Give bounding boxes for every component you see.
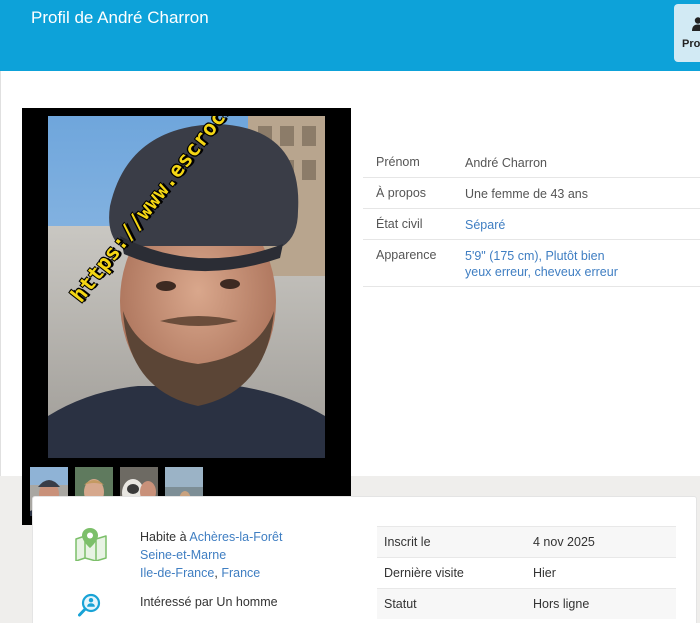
stats-table: Inscrit le 4 nov 2025 Dernière visite Hi… (377, 526, 676, 619)
profile-tab[interactable]: Pro (674, 4, 700, 62)
location-prefix: Habite à (140, 530, 187, 544)
search-person-icon (78, 593, 101, 617)
region-link[interactable]: Ile-de-France (140, 566, 214, 580)
info-row-about: À propos Une femme de 43 ans (363, 178, 700, 209)
stat-label: Statut (384, 597, 417, 611)
photo-gallery: https://www.escrocs-du-web.fr (22, 108, 351, 525)
stat-label: Dernière visite (384, 566, 464, 580)
stat-value: 4 nov 2025 (533, 535, 595, 549)
page-title: Profil de André Charron (31, 8, 209, 27)
user-icon (692, 17, 700, 31)
city-link[interactable]: Achères-la-Forêt (189, 530, 282, 544)
panel-border (0, 71, 1, 476)
info-row-firstname: Prénom André Charron (363, 147, 700, 178)
marital-status-link[interactable]: Séparé (465, 217, 505, 233)
stat-value: Hors ligne (533, 597, 590, 611)
country-link[interactable]: France (221, 566, 260, 580)
main-photo[interactable]: https://www.escrocs-du-web.fr (48, 116, 325, 458)
stat-row-registered: Inscrit le 4 nov 2025 (377, 526, 676, 557)
info-label: À propos (376, 186, 427, 200)
profile-panel: https://www.escrocs-du-web.fr Prénom And… (0, 71, 700, 525)
stat-label: Inscrit le (384, 535, 431, 549)
info-value: 5'9" (175 cm), Plutôt bien yeux erreur, … (465, 248, 618, 280)
stat-value: Hier (533, 566, 556, 580)
location-block: Habite à Achères-la-Forêt Seine-et-Marne… (140, 528, 282, 582)
info-value: André Charron (465, 156, 547, 170)
info-row-appearance: Apparence 5'9" (175 cm), Plutôt bien yeu… (363, 240, 700, 287)
tab-label: Pro (682, 38, 700, 50)
info-label: Apparence (376, 248, 437, 262)
info-label: État civil (376, 217, 423, 231)
appearance-link-2[interactable]: yeux erreur, cheveux erreur (465, 265, 618, 279)
location-separator: , (214, 566, 218, 580)
stat-row-status: Statut Hors ligne (377, 588, 676, 619)
stat-row-last-visit: Dernière visite Hier (377, 557, 676, 588)
profile-info-table: Prénom André Charron À propos Une femme … (363, 147, 700, 287)
info-value: Une femme de 43 ans (465, 187, 588, 201)
appearance-link-1[interactable]: 5'9" (175 cm), Plutôt bien (465, 249, 605, 263)
map-icon (75, 528, 107, 561)
info-label: Prénom (376, 155, 420, 169)
info-row-marital-status: État civil Séparé (363, 209, 700, 240)
details-card: Habite à Achères-la-Forêt Seine-et-Marne… (32, 496, 697, 623)
interest-text: Intéressé par Un homme (140, 595, 278, 609)
department-link[interactable]: Seine-et-Marne (140, 548, 226, 562)
